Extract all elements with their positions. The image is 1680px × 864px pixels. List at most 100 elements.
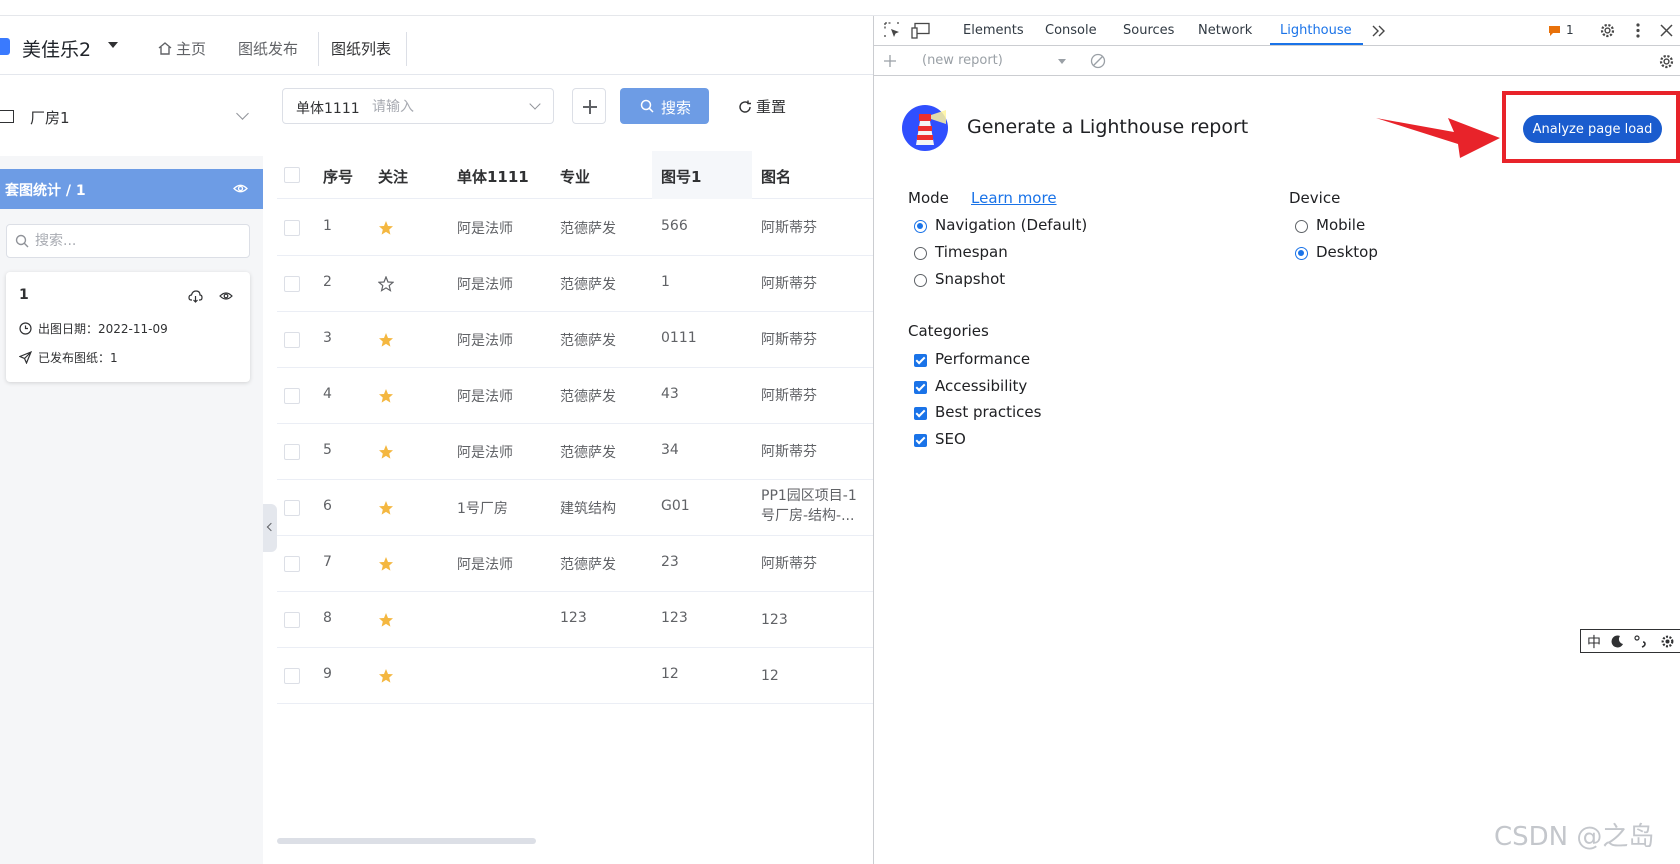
clear-icon[interactable] [1090,53,1106,69]
select-all-checkbox[interactable] [284,167,300,183]
table-row[interactable]: 8 123 123 123 [277,592,873,648]
search-button[interactable]: 搜索 [620,88,709,124]
nav-drawing-publish[interactable]: 图纸发布 [238,38,298,59]
radio-desktop[interactable] [1295,247,1308,260]
unit-filter[interactable]: 单体1111 [282,88,554,124]
star-filled-icon[interactable] [378,500,394,516]
row-checkbox[interactable] [284,668,300,684]
cloud-download-icon[interactable] [188,290,203,303]
cell-name[interactable]: 阿斯蒂芬 [761,330,869,350]
add-button[interactable] [572,88,606,124]
table-row[interactable]: 6 1号厂房 建筑结构 G01 PP1园区项目-1号厂房-结构-... [277,480,873,536]
set-stats-header[interactable]: 套图统计 / 1 [0,169,263,209]
table-row[interactable]: 3 阿是法师 范德萨发 0111 阿斯蒂芬 [277,312,873,368]
tab-elements[interactable]: Elements [963,23,1024,38]
row-checkbox[interactable] [284,276,300,292]
cell-name[interactable]: 12 [761,666,869,686]
project-name[interactable]: 美佳乐2 [22,35,91,62]
row-checkbox[interactable] [284,332,300,348]
star-filled-icon[interactable] [378,612,394,628]
checkbox-seo[interactable] [914,434,927,447]
category-best-practices[interactable]: Best practices [935,403,1041,421]
col-header-code[interactable]: 图号1 [661,166,701,187]
table-row[interactable]: 1 阿是法师 范德萨发 566 阿斯蒂芬 [277,200,873,256]
checkbox-performance[interactable] [914,354,927,367]
row-checkbox[interactable] [284,388,300,404]
tab-console[interactable]: Console [1045,23,1097,38]
table-row[interactable]: 7 阿是法师 范德萨发 23 阿斯蒂芬 [277,536,873,592]
settings-gear-icon[interactable] [1660,634,1675,649]
radio-snapshot[interactable] [914,274,927,287]
mode-navigation[interactable]: Navigation (Default) [935,216,1087,234]
learn-more-link[interactable]: Learn more [971,189,1057,207]
more-tabs-icon[interactable] [1372,25,1386,37]
issues-count[interactable]: 1 [1566,23,1574,37]
chevron-down-icon[interactable] [236,107,249,120]
cell-name[interactable]: 阿斯蒂芬 [761,442,869,462]
table-row[interactable]: 4 阿是法师 范德萨发 43 阿斯蒂芬 [277,368,873,424]
row-checkbox[interactable] [284,220,300,236]
close-icon[interactable] [1660,24,1673,37]
kebab-menu-icon[interactable] [1636,23,1640,38]
star-filled-icon[interactable] [378,388,394,404]
table-row[interactable]: 5 阿是法师 范德萨发 34 阿斯蒂芬 [277,424,873,480]
radio-timespan[interactable] [914,247,927,260]
drawing-set-card[interactable]: 1 出图日期：2022-11-09 已发布图纸：1 [6,272,250,382]
moon-icon[interactable] [1611,635,1624,648]
table-row[interactable]: 2 阿是法师 范德萨发 1 阿斯蒂芬 [277,256,873,312]
table-row[interactable]: 9 12 12 [277,648,873,704]
cell-name[interactable]: 阿斯蒂芬 [761,218,869,238]
settings-gear-icon[interactable] [1599,22,1616,39]
col-header-name[interactable]: 图名 [761,166,791,187]
reset-button[interactable]: 重置 [738,96,786,117]
inspect-element-icon[interactable] [884,22,901,39]
sidebar-search[interactable] [6,224,250,258]
star-outline-icon[interactable] [378,276,394,292]
row-checkbox[interactable] [284,500,300,516]
plus-icon[interactable] [883,54,897,68]
cell-name[interactable]: 阿斯蒂芬 [761,386,869,406]
star-filled-icon[interactable] [378,444,394,460]
col-header-major[interactable]: 专业 [560,166,590,187]
eye-icon[interactable] [219,291,233,301]
cell-name[interactable]: PP1园区项目-1号厂房-结构-... [761,486,869,526]
row-checkbox[interactable] [284,444,300,460]
caret-down-icon[interactable] [108,42,118,48]
punctuation-icon[interactable] [1634,635,1648,648]
category-accessibility[interactable]: Accessibility [935,377,1027,395]
checkbox-accessibility[interactable] [914,381,927,394]
device-desktop[interactable]: Desktop [1316,243,1378,261]
cell-name[interactable]: 阿斯蒂芬 [761,274,869,294]
device-mobile[interactable]: Mobile [1316,216,1365,234]
home-icon[interactable] [158,42,172,55]
radio-navigation[interactable] [914,220,927,233]
tab-lighthouse[interactable]: Lighthouse [1280,23,1352,38]
col-header-follow[interactable]: 关注 [378,166,408,187]
col-header-unit[interactable]: 单体1111 [457,166,529,187]
factory-selector[interactable]: 厂房1 [0,76,263,156]
row-checkbox[interactable] [284,556,300,572]
tab-sources[interactable]: Sources [1123,23,1174,38]
star-filled-icon[interactable] [378,332,394,348]
ime-language[interactable]: 中 [1587,632,1601,652]
unit-filter-input[interactable] [372,97,522,117]
row-checkbox[interactable] [284,612,300,628]
star-filled-icon[interactable] [378,220,394,236]
analyze-page-load-button[interactable]: Analyze page load [1523,115,1662,143]
tab-network[interactable]: Network [1198,23,1252,38]
mode-snapshot[interactable]: Snapshot [935,270,1005,288]
nav-drawing-list[interactable]: 图纸列表 [331,38,391,59]
chevron-down-icon[interactable] [529,98,541,110]
radio-mobile[interactable] [1295,220,1308,233]
col-header-no[interactable]: 序号 [323,166,353,187]
device-toggle-icon[interactable] [911,22,930,39]
category-seo[interactable]: SEO [935,430,966,448]
category-performance[interactable]: Performance [935,350,1030,368]
cell-name[interactable]: 阿斯蒂芬 [761,554,869,574]
caret-down-icon[interactable] [1058,59,1066,64]
cell-name[interactable]: 123 [761,610,869,630]
sidebar-search-input[interactable] [35,231,235,251]
issues-icon[interactable] [1548,25,1561,37]
report-select[interactable]: (new report) [922,53,1003,68]
star-filled-icon[interactable] [378,556,394,572]
